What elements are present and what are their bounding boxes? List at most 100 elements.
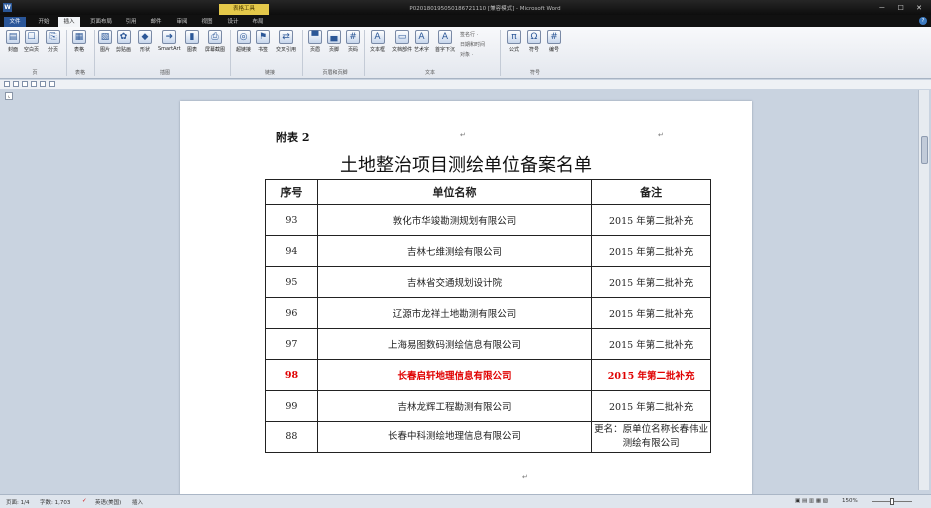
tab-8[interactable]: 设计 <box>222 17 244 27</box>
⇄-icon: ⇄ <box>279 30 293 44</box>
cell-num[interactable]: 97 <box>265 328 318 360</box>
cell-name[interactable]: 吉林省交通规划设计院 <box>316 266 593 298</box>
Ω-icon: Ω <box>527 30 541 44</box>
ribbon-button-9[interactable]: ⎙ 屏幕截图 <box>205 30 225 53</box>
ribbon-button-21[interactable]: Ω 符号 <box>527 30 541 53</box>
ribbon-group-label: 页 <box>32 70 38 76</box>
table-row: 97 上海易图数码测绘信息有限公司 2015 年第二批补充 <box>265 328 711 360</box>
ribbon-button-0[interactable]: ▤ 封面 <box>6 30 20 53</box>
word-count[interactable]: 字数: 1,703 <box>40 498 70 506</box>
print-preview-icon[interactable] <box>49 81 55 87</box>
cell-num[interactable]: 99 <box>265 390 318 422</box>
tab-2[interactable]: 插入 <box>58 17 80 27</box>
cell-note[interactable]: 2015 年第二批补充 <box>591 359 711 391</box>
help-icon[interactable]: ? <box>919 17 927 25</box>
ribbon-button-12[interactable]: ⇄ 交叉引用 <box>276 30 296 53</box>
cell-name[interactable]: 敦化市华竣勘测规划有限公司 <box>316 204 593 236</box>
new-doc-icon[interactable] <box>4 81 10 87</box>
ruler-toggle-icon[interactable]: ⌞ <box>5 92 13 100</box>
ribbon-button-16[interactable]: A 文本框 <box>370 30 385 53</box>
ribbon-button-3[interactable]: ▦ 表格 <box>72 30 86 53</box>
⚑-icon: ⚑ <box>256 30 270 44</box>
cell-note[interactable]: 2015 年第二批补充 <box>591 297 711 329</box>
cell-name[interactable]: 长春启轩地理信息有限公司 <box>316 359 593 391</box>
cell-num[interactable]: 88 <box>265 421 318 453</box>
ribbon-button-2[interactable]: ⎘ 分页 <box>46 30 60 53</box>
ribbon-button-20[interactable]: π 公式 <box>507 30 521 53</box>
language[interactable]: 英语(美国) <box>95 498 121 506</box>
▮-icon: ▮ <box>185 30 199 44</box>
attachment-label: 附表 2 <box>276 131 310 144</box>
cell-num[interactable]: 93 <box>265 204 318 236</box>
cell-note[interactable]: 2015 年第二批补充 <box>591 266 711 298</box>
tab-9[interactable]: 布局 <box>247 17 269 27</box>
registration-table[interactable]: 序号 单位名称 备注 93 敦化市华竣勘测规划有限公司 2015 年第二批补充 94 吉… <box>265 179 711 453</box>
signature-line-button[interactable]: 签名行 · <box>460 31 478 38</box>
➜-icon: ➜ <box>162 30 177 44</box>
cell-note[interactable]: 2015 年第二批补充 <box>591 390 711 422</box>
cell-name[interactable]: 吉林龙辉工程勘测有限公司 <box>316 390 593 422</box>
paragraph-mark: ↵ <box>522 473 528 481</box>
cell-num[interactable]: 98 <box>265 359 318 391</box>
redo-icon[interactable] <box>40 81 46 87</box>
ribbon-button-11[interactable]: ⚑ 书签 <box>256 30 270 53</box>
cell-name[interactable]: 长春中科测绘地理信息有限公司 <box>316 421 593 453</box>
cell-name[interactable]: 吉林七维测绘有限公司 <box>316 235 593 267</box>
page-count[interactable]: 页面: 1/4 <box>6 498 29 506</box>
proofing-icon[interactable]: ✓ <box>82 498 87 504</box>
A-icon: A <box>370 30 385 44</box>
cell-note[interactable]: 更名：原单位名称长春伟业测绘有限公司 <box>591 421 711 453</box>
cell-name[interactable]: 辽源市龙祥土地勘测有限公司 <box>316 297 593 329</box>
object-button[interactable]: 对象 · <box>460 51 473 58</box>
date-time-button[interactable]: 日期和时间 <box>460 41 485 48</box>
ribbon-button-14[interactable]: ▄ 页脚 <box>327 30 341 53</box>
☐-icon: ☐ <box>24 30 39 44</box>
cell-note[interactable]: 2015 年第二批补充 <box>591 235 711 267</box>
scrollbar-thumb[interactable] <box>921 136 928 164</box>
ribbon-button-18[interactable]: A 艺术字 <box>414 30 429 53</box>
tab-5[interactable]: 邮件 <box>144 17 168 27</box>
cell-name[interactable]: 上海易图数码测绘信息有限公司 <box>316 328 593 360</box>
ribbon-button-label: 封面 <box>7 47 18 53</box>
ribbon-button-8[interactable]: ▮ 图表 <box>185 30 199 53</box>
ribbon-button-label: 分页 <box>47 47 58 53</box>
ribbon-button-4[interactable]: ▧ 图片 <box>98 30 112 53</box>
⎘-icon: ⎘ <box>46 30 60 44</box>
tab-3[interactable]: 页面布局 <box>84 17 118 27</box>
ribbon-button-5[interactable]: ✿ 剪贴画 <box>116 30 131 53</box>
cell-num[interactable]: 95 <box>265 266 318 298</box>
tab-0[interactable]: 文件 <box>4 17 26 27</box>
ribbon-button-17[interactable]: ▭ 文档部件 <box>392 30 412 53</box>
ribbon-button-6[interactable]: ◆ 形状 <box>138 30 152 53</box>
tab-4[interactable]: 引用 <box>120 17 142 27</box>
tab-1[interactable]: 开始 <box>34 17 54 27</box>
zoom-slider-handle[interactable] <box>890 498 894 505</box>
ribbon-button-19[interactable]: A 首字下沉 <box>435 30 455 53</box>
ribbon-button-13[interactable]: ▀ 页眉 <box>308 30 322 53</box>
view-buttons[interactable]: ▣ ▤ ▥ ▦ ▧ <box>795 498 828 504</box>
ribbon-button-label: 公式 <box>508 47 519 53</box>
zoom-level[interactable]: 150% <box>842 498 858 504</box>
insert-mode[interactable]: 插入 <box>132 498 143 506</box>
save-icon[interactable] <box>22 81 28 87</box>
undo-icon[interactable] <box>31 81 37 87</box>
ribbon-button-15[interactable]: # 页码 <box>346 30 360 53</box>
ribbon-button-7[interactable]: ➜ SmartArt <box>158 30 181 52</box>
paragraph-mark: ↵ <box>460 131 466 139</box>
cell-num[interactable]: 96 <box>265 297 318 329</box>
tab-7[interactable]: 视图 <box>196 17 218 27</box>
cell-num[interactable]: 94 <box>265 235 318 267</box>
window-controls[interactable]: － ☐ ✕ <box>878 3 927 13</box>
ribbon-button-22[interactable]: # 编号 <box>547 30 561 53</box>
quick-access-toolbar <box>0 80 931 89</box>
▧-icon: ▧ <box>98 30 112 44</box>
cell-note[interactable]: 2015 年第二批补充 <box>591 328 711 360</box>
ribbon-button-1[interactable]: ☐ 空白页 <box>24 30 39 53</box>
open-icon[interactable] <box>13 81 19 87</box>
document-page[interactable]: 附表 2 ↵ ↵ 土地整治项目测绘单位备案名单 序号 单位名称 备注 93 敦化市… <box>180 101 752 495</box>
ribbon-button-10[interactable]: ◎ 超链接 <box>236 30 251 53</box>
word-app-icon[interactable]: W <box>3 3 12 12</box>
cell-note[interactable]: 2015 年第二批补充 <box>591 204 711 236</box>
tab-6[interactable]: 审阅 <box>170 17 194 27</box>
vertical-scrollbar[interactable] <box>918 90 929 490</box>
